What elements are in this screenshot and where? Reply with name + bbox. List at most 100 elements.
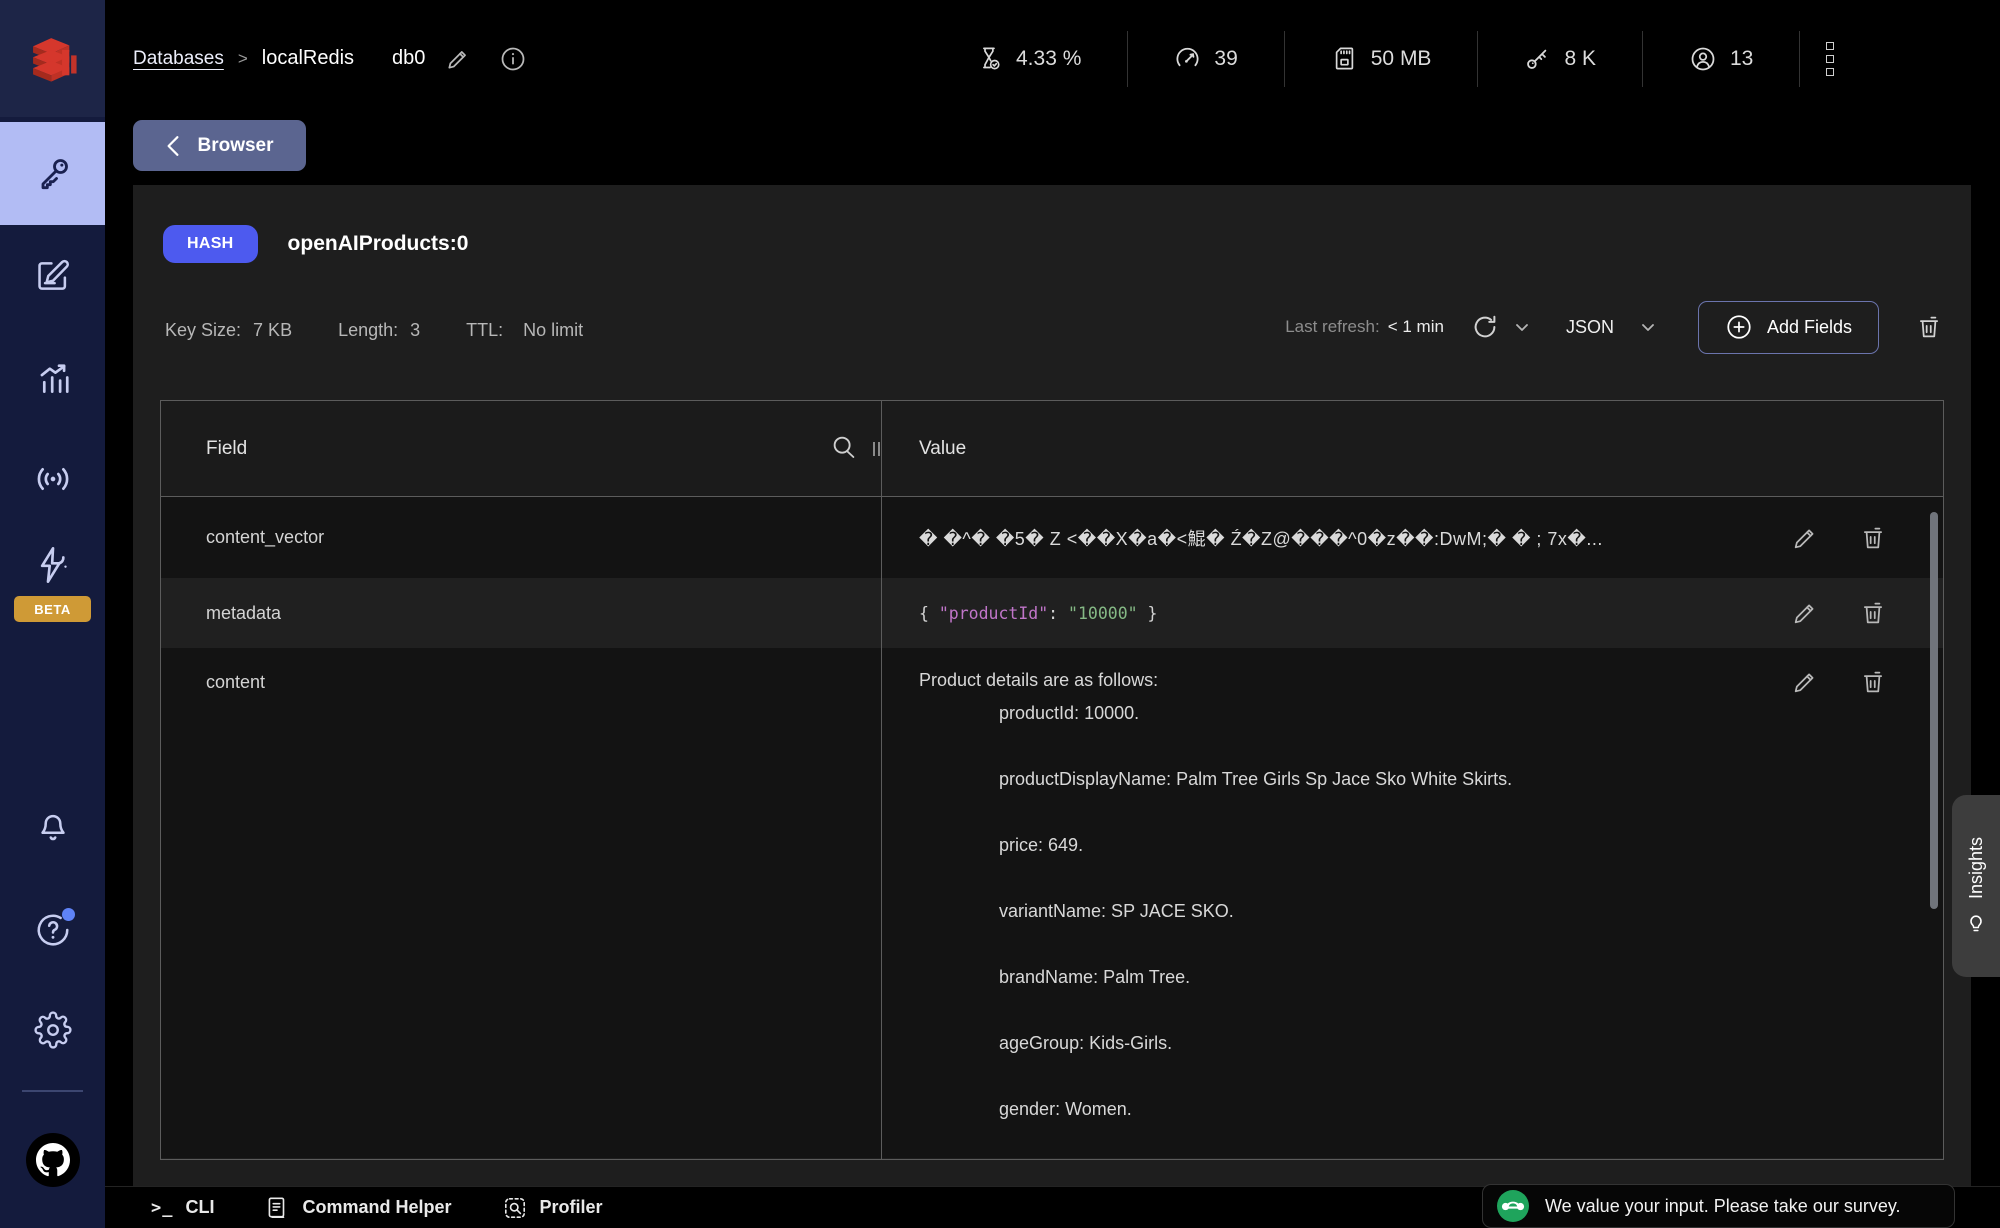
field-value[interactable]: { "productId": "10000" } bbox=[919, 578, 1793, 648]
stat-cpu-value: 4.33 % bbox=[1016, 47, 1081, 71]
document-icon bbox=[264, 1195, 290, 1221]
last-refresh-label: Last refresh: bbox=[1285, 317, 1380, 337]
cli-button[interactable]: >_ CLI bbox=[151, 1197, 214, 1218]
add-fields-label: Add Fields bbox=[1767, 317, 1852, 338]
delete-field-icon[interactable] bbox=[1859, 599, 1887, 627]
sidebar-item-notifications[interactable] bbox=[0, 788, 105, 868]
survey-monkey-icon bbox=[1497, 1190, 1529, 1222]
cli-label: CLI bbox=[185, 1197, 214, 1218]
redis-logo[interactable] bbox=[0, 0, 105, 117]
sidebar-item-triggers-functions[interactable] bbox=[0, 530, 105, 600]
db-stats-bar: 4.33 % 39 bbox=[930, 0, 1864, 117]
breadcrumb-separator: > bbox=[238, 49, 248, 69]
sidebar-item-browser[interactable] bbox=[0, 122, 105, 225]
chevron-down-icon bbox=[1640, 319, 1656, 335]
json-close-brace: } bbox=[1138, 604, 1158, 623]
key-controls: Last refresh: < 1 min JSON Add Fields bbox=[1285, 299, 1943, 355]
browser-button-label: Browser bbox=[197, 135, 273, 157]
sidebar-item-analysis[interactable] bbox=[0, 336, 105, 422]
stat-cpu: 4.33 % bbox=[930, 45, 1127, 72]
delete-key-icon[interactable] bbox=[1915, 313, 1943, 341]
user-icon bbox=[1689, 45, 1717, 73]
pubsub-icon bbox=[33, 459, 73, 499]
lightbulb-icon bbox=[1964, 911, 1988, 935]
json-key: "productId" bbox=[939, 604, 1048, 623]
edit-field-icon[interactable] bbox=[1791, 599, 1819, 627]
last-refresh-value: < 1 min bbox=[1388, 317, 1444, 337]
stat-commands: 39 bbox=[1128, 45, 1283, 72]
sidebar-divider bbox=[22, 1090, 83, 1092]
profiler-button[interactable]: Profiler bbox=[502, 1195, 603, 1221]
length-value: 3 bbox=[410, 320, 420, 341]
stat-clients-value: 13 bbox=[1730, 47, 1753, 71]
field-value[interactable]: � �^� �5� Z <��Χ�a�<鯤� Ź�Z@���^0�z��:DwM… bbox=[919, 525, 1603, 551]
stat-commands-value: 39 bbox=[1214, 47, 1237, 71]
edit-field-icon[interactable] bbox=[1791, 668, 1819, 696]
field-name: metadata bbox=[206, 578, 281, 648]
json-value: "10000" bbox=[1068, 604, 1138, 623]
refresh-icon[interactable] bbox=[1470, 312, 1500, 342]
sidebar-item-github[interactable] bbox=[0, 1120, 105, 1200]
add-fields-button[interactable]: Add Fields bbox=[1698, 301, 1879, 354]
stat-keys-value: 8 K bbox=[1564, 47, 1596, 71]
table-row: content_vector � �^� �5� Z <��Χ�a�<鯤� Ź�… bbox=[161, 497, 1943, 578]
db-index-label: db0 bbox=[392, 47, 425, 70]
fields-table: Field Value content_vector � �^� �5� Z <… bbox=[160, 400, 1944, 1160]
gauge-icon bbox=[1174, 45, 1201, 72]
key-name: openAIProducts:0 bbox=[288, 232, 469, 256]
table-row: metadata { "productId": "10000" } bbox=[161, 578, 1943, 648]
search-icon[interactable] bbox=[829, 432, 859, 462]
sidebar-item-pubsub[interactable] bbox=[0, 436, 105, 522]
stat-keys: 8 K bbox=[1478, 45, 1642, 72]
key-icon bbox=[1524, 45, 1551, 72]
field-value[interactable]: Product details are as follows: productI… bbox=[919, 648, 1793, 1126]
key-size-value: 7 KB bbox=[253, 320, 292, 341]
profiler-label: Profiler bbox=[540, 1197, 603, 1218]
sidebar: BETA bbox=[0, 0, 105, 1228]
terminal-icon: >_ bbox=[151, 1198, 173, 1218]
table-row: content Product details are as follows: … bbox=[161, 648, 1943, 1158]
bell-icon bbox=[34, 809, 72, 847]
key-info-row: Key Size: 7 KB Length: 3 TTL: No limit bbox=[165, 310, 583, 350]
key-header: HASH openAIProducts:0 bbox=[163, 225, 468, 263]
format-selected-value: JSON bbox=[1566, 317, 1614, 338]
plus-circle-icon bbox=[1725, 313, 1753, 341]
edit-alias-icon[interactable] bbox=[445, 46, 471, 72]
key-icon bbox=[33, 154, 73, 194]
stat-memory: 50 MB bbox=[1285, 45, 1478, 72]
length-label: Length: bbox=[338, 320, 398, 341]
gear-icon bbox=[34, 1011, 72, 1049]
format-select[interactable]: JSON bbox=[1566, 317, 1656, 338]
sidebar-item-workbench[interactable] bbox=[0, 233, 105, 319]
refresh-options-chevron-icon[interactable] bbox=[1514, 319, 1530, 335]
json-open-brace: { bbox=[919, 604, 939, 623]
key-details-panel: HASH openAIProducts:0 Key Size: 7 KB Len… bbox=[133, 185, 1971, 1186]
edit-field-icon[interactable] bbox=[1791, 524, 1819, 552]
insights-label: Insights bbox=[1966, 837, 1987, 899]
value-column-header: Value bbox=[919, 401, 966, 497]
profiler-icon bbox=[502, 1195, 528, 1221]
notification-dot bbox=[62, 908, 75, 921]
stat-divider bbox=[1799, 31, 1800, 87]
delete-field-icon[interactable] bbox=[1859, 668, 1887, 696]
back-to-browser-button[interactable]: Browser bbox=[133, 120, 306, 171]
field-name: content bbox=[206, 648, 265, 1158]
breadcrumb-databases-link[interactable]: Databases bbox=[133, 48, 224, 70]
delete-field-icon[interactable] bbox=[1859, 524, 1887, 552]
ttl-value[interactable]: No limit bbox=[523, 320, 583, 341]
info-icon[interactable] bbox=[499, 45, 527, 73]
command-helper-label: Command Helper bbox=[302, 1197, 451, 1218]
key-type-badge: HASH bbox=[163, 225, 258, 263]
breadcrumb-db-name: localRedis bbox=[262, 47, 354, 70]
table-scrollbar[interactable] bbox=[1930, 512, 1938, 909]
insights-tab[interactable]: Insights bbox=[1952, 795, 2000, 977]
overflow-menu-icon[interactable] bbox=[1826, 42, 1834, 76]
column-divider bbox=[881, 401, 882, 1159]
command-helper-button[interactable]: Command Helper bbox=[264, 1195, 451, 1221]
sidebar-item-help[interactable] bbox=[0, 890, 105, 970]
sidebar-item-settings[interactable] bbox=[0, 990, 105, 1070]
field-name: content_vector bbox=[206, 497, 324, 578]
survey-banner[interactable]: We value your input. Please take our sur… bbox=[1482, 1184, 1955, 1228]
lightning-icon bbox=[33, 545, 73, 585]
column-resize-handle[interactable] bbox=[873, 442, 880, 456]
